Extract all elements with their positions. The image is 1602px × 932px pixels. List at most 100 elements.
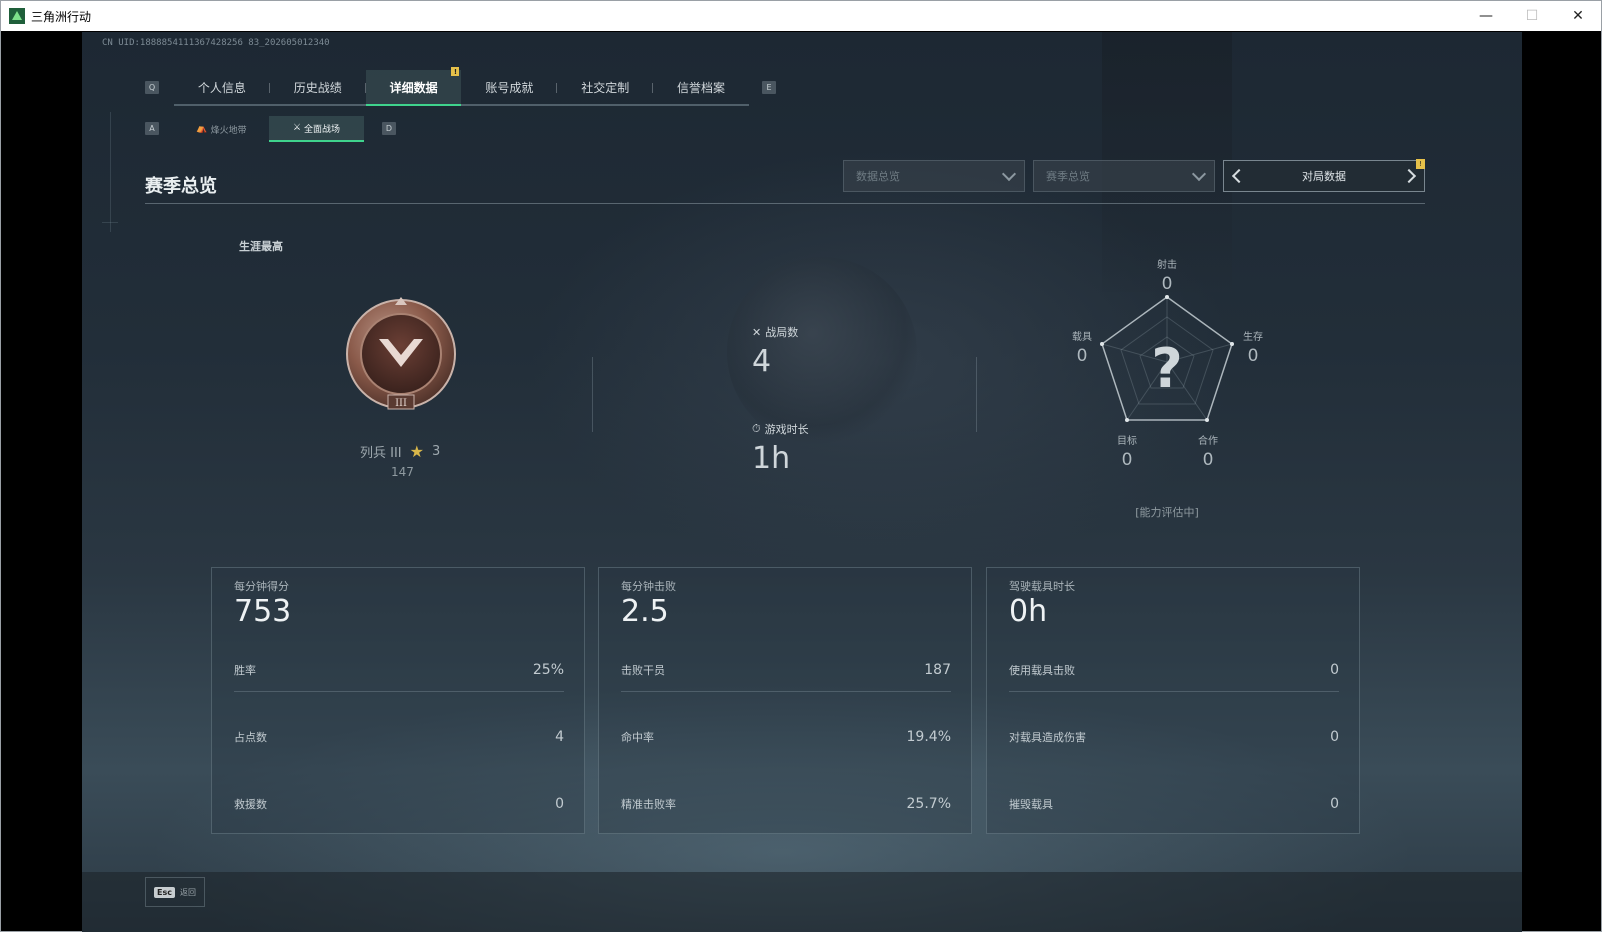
card-row: 摧毁载具 0 [1009,786,1339,826]
app-window: 三角洲行动 — ☐ ✕ CN UID:1888854111367428256 8… [0,0,1602,932]
row-label: 占点数 [234,731,267,744]
vehicle-time-card: 驾驶载具时长 0h 使用载具击败 0 对载具造成伤害 0 摧毁载具 0 [986,567,1360,834]
row-value: 25% [532,662,564,678]
tab-personal-info[interactable]: 个人信息 [174,70,270,104]
prev-subtab-key-hint[interactable]: A [145,122,159,135]
close-button[interactable]: ✕ [1555,1,1601,31]
tab-credit-record[interactable]: 信誉档案 [653,70,749,104]
section-title: 赛季总览 [145,176,217,197]
tab-label: 账号成就 [485,80,534,95]
row-value: 25.7% [906,796,951,812]
minimize-button[interactable]: — [1463,1,1509,31]
subtab-label: 全面战场 [304,124,341,135]
matches-label: 战局数 [765,326,799,339]
matches-label-row: ✕ 战局数 [752,324,798,340]
window-controls: — ☐ ✕ [1463,1,1601,31]
row-label: 摧毁载具 [1009,798,1053,811]
chevron-down-icon [1001,166,1017,182]
title-bar: 三角洲行动 — ☐ ✕ [1,1,1601,31]
rank-points: 147 [391,465,414,479]
card-title: 驾驶载具时长 [1009,580,1075,593]
subtab-warfare[interactable]: ⚔ 全面战场 [269,116,364,142]
main-tabs: 个人信息 历史战绩 详细数据! 账号成就 社交定制 信誉档案 [174,67,749,106]
radar-value-shooting: 0 [1161,274,1173,294]
tab-social[interactable]: 社交定制 [557,70,654,104]
row-value: 0 [1330,796,1339,812]
matches-stat: ✕ 战局数 4 [752,324,798,380]
back-label: 返回 [179,887,196,897]
section-divider [145,203,1425,204]
chevron-right-icon[interactable] [1401,168,1417,184]
row-value: 0 [1330,662,1339,678]
sub-tabs: ⛺ 烽火地带 ⚔ 全面战场 [174,116,364,142]
chevron-left-icon[interactable] [1231,168,1247,184]
radar-label-cooperation: 合作 [1198,436,1218,447]
divider [976,357,977,432]
card-big-value: 2.5 [621,594,669,629]
season-overview-dropdown[interactable]: 赛季总览 [1033,160,1215,192]
card-big-value: 0h [1009,594,1048,629]
warfare-icon: ⚔ [292,123,302,133]
row-divider [1009,691,1339,692]
radar-label-survival: 生存 [1243,332,1263,343]
app-logo-icon [9,8,25,24]
subtab-operations[interactable]: ⛺ 烽火地带 [174,116,269,142]
matches-value: 4 [752,344,772,379]
row-label: 胜率 [234,664,256,677]
row-label: 对载具造成伤害 [1009,731,1086,744]
radar-label-shooting: 射击 [1157,260,1177,271]
tab-label: 个人信息 [197,80,246,95]
dropdown-value: 数据总览 [856,170,900,183]
row-value: 187 [924,662,951,678]
rank-stars: 3 [431,444,441,459]
tab-detailed-data[interactable]: 详细数据! [365,67,462,106]
radar-value-objective: 0 [1121,450,1133,470]
tab-match-history[interactable]: 历史战绩 [270,70,366,104]
row-value: 0 [1330,729,1339,745]
rank-badge-icon: III [346,297,456,410]
tab-achievements[interactable]: 账号成就 [461,70,558,104]
back-button[interactable]: Esc 返回 [145,877,205,907]
prev-tab-key-hint[interactable]: Q [145,81,159,94]
radar-value-vehicle: 0 [1076,346,1088,366]
match-data-pager[interactable]: 对局数据 ! [1223,159,1425,192]
crossed-swords-icon: ✕ [752,325,762,339]
row-label: 使用载具击败 [1009,664,1075,677]
tab-label: 社交定制 [581,80,630,95]
radar-value-cooperation: 0 [1202,450,1214,470]
rank-name: 列兵 III [360,446,402,461]
card-title: 每分钟得分 [234,580,289,593]
maximize-button[interactable]: ☐ [1509,1,1555,31]
subtab-label: 烽火地带 [210,125,247,136]
card-row: 精准击败率 25.7% [621,786,951,826]
radar-unknown-mark: ? [1151,337,1182,400]
radar-label-vehicle: 载具 [1072,332,1092,343]
radar-value-survival: 0 [1247,346,1259,366]
card-title: 每分钟击败 [621,580,676,593]
card-big-value: 753 [234,594,292,629]
card-row: 救援数 0 [234,786,564,826]
ability-radar-chart: ? [1100,295,1234,422]
next-tab-key-hint[interactable]: E [762,81,776,94]
tab-label: 历史战绩 [293,80,342,95]
alert-badge: ! [451,67,460,76]
playtime-label-row: ⏱ 游戏时长 [752,421,809,437]
stopwatch-icon: ⏱ [752,422,761,435]
row-label: 击败干员 [621,664,665,677]
playtime-stat: ⏱ 游戏时长 1h [752,421,809,476]
tab-label: 信誉档案 [677,80,726,95]
game-viewport: CN UID:1888854111367428256 83_2026050123… [82,32,1522,932]
card-row: 占点数 4 [234,719,564,759]
decor-line [102,222,118,223]
card-row: 命中率 19.4% [621,719,951,759]
playtime-value: 1h [752,441,791,476]
data-overview-dropdown[interactable]: 数据总览 [843,160,1025,192]
row-value: 0 [555,796,564,812]
row-label: 救援数 [234,798,267,811]
row-divider [621,691,951,692]
chevron-down-icon [1191,166,1207,182]
card-row: 使用载具击败 0 [1009,652,1339,692]
radar-status: [能力评估中] [1135,506,1199,519]
next-subtab-key-hint[interactable]: D [382,122,396,135]
tab-label: 详细数据 [389,80,438,95]
